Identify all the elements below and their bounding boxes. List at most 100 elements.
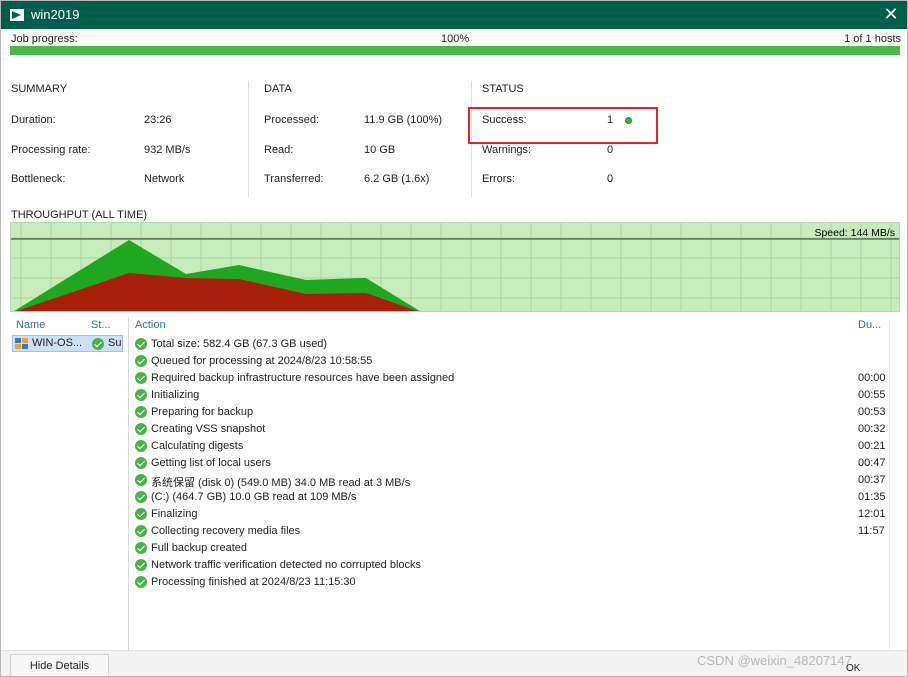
job-progress-row: Job progress: 100% 1 of 1 hosts (11, 33, 901, 47)
vm-status: Su (108, 337, 122, 349)
log-entry-text: Collecting recovery media files (151, 525, 301, 537)
throughput-graph (11, 223, 899, 311)
log-entry[interactable]: Preparing for backup 00:53 (132, 405, 892, 422)
log-entry[interactable]: Network traffic verification detected no… (132, 558, 892, 575)
summary-value: Network (144, 173, 185, 185)
success-check-icon (135, 576, 147, 591)
success-check-icon (135, 423, 147, 438)
log-entry[interactable]: Processing finished at 2024/8/23 11:15:3… (132, 575, 892, 592)
window-title: win2019 (31, 7, 80, 22)
log-entry[interactable]: Required backup infrastructure resources… (132, 371, 892, 388)
throughput-title: THROUGHPUT (ALL TIME) (11, 209, 148, 221)
log-entry-text: Network traffic verification detected no… (151, 559, 422, 571)
success-check-icon (135, 372, 147, 387)
watermark-text: CSDN @weixin_48207147 (697, 653, 852, 668)
summary-label: Duration: (11, 114, 56, 126)
vm-list-item[interactable]: WIN-OS... Su (12, 335, 123, 352)
success-highlight-box (468, 107, 658, 144)
success-check-icon (92, 338, 104, 353)
success-check-icon (135, 355, 147, 370)
log-entry-duration: 11:57 (858, 525, 885, 537)
success-check-icon (135, 440, 147, 455)
data-header: DATA (264, 83, 292, 95)
log-entry-text: Required backup infrastructure resources… (151, 372, 455, 384)
status-value: 0 (607, 173, 614, 185)
data-label: Processed: (264, 114, 320, 126)
title-bar: win2019 ✕ (1, 1, 907, 29)
job-details-window: win2019 ✕ Job progress: 100% 1 of 1 host… (0, 0, 908, 677)
job-progress-fill (10, 46, 900, 55)
vm-icon (15, 338, 28, 349)
log-entry-text: Getting list of local users (151, 457, 271, 469)
data-value: 11.9 GB (100%) (364, 114, 443, 126)
summary-header: SUMMARY (11, 83, 68, 95)
log-entry-text: Creating VSS snapshot (151, 423, 266, 435)
log-entry-text: Initializing (151, 389, 200, 401)
success-check-icon (135, 559, 147, 574)
success-check-icon (135, 406, 147, 421)
job-progress-bar (10, 46, 900, 55)
log-entry-text: Preparing for backup (151, 406, 254, 418)
log-entry-text: (C:) (464.7 GB) 10.0 GB read at 109 MB/s (151, 491, 357, 503)
log-entry[interactable]: Full backup created (132, 541, 892, 558)
log-col-action-header[interactable]: Action (135, 319, 166, 331)
log-entry-duration: 00:47 (858, 457, 886, 469)
success-check-icon (135, 389, 147, 404)
data-panel: DATA Processed: 11.9 GB (100%) Read: 10 … (264, 79, 464, 197)
status-label: Warnings: (482, 144, 532, 156)
status-value: 0 (607, 144, 614, 156)
log-col-duration-header[interactable]: Du... (858, 319, 881, 331)
log-entry-duration: 00:55 (858, 389, 886, 401)
vm-name: WIN-OS... (32, 337, 83, 349)
success-check-icon (135, 542, 147, 557)
summary-label: Processing rate: (11, 144, 91, 156)
success-check-icon (135, 474, 147, 489)
data-label: Read: (264, 144, 294, 156)
job-progress-hosts: 1 of 1 hosts (844, 33, 901, 45)
log-entry-duration: 00:53 (858, 406, 886, 418)
log-entry[interactable]: 系统保留 (disk 0) (549.0 MB) 34.0 MB read at… (132, 473, 892, 490)
log-entry[interactable]: Collecting recovery media files 11:57 (132, 524, 892, 541)
success-check-icon (135, 508, 147, 523)
log-entry[interactable]: Calculating digests 00:21 (132, 439, 892, 456)
success-check-icon (135, 491, 147, 506)
log-entry[interactable]: Total size: 582.4 GB (67.3 GB used) (132, 337, 892, 354)
log-entry[interactable]: Finalizing 12:01 (132, 507, 892, 524)
log-entry-duration: 00:00 (858, 372, 886, 384)
veeam-app-icon (10, 9, 24, 21)
log-entry-duration: 00:32 (858, 423, 886, 435)
success-check-icon (135, 338, 147, 353)
hide-details-button[interactable]: Hide Details (10, 654, 109, 676)
success-check-icon (135, 525, 147, 540)
log-entry-text: Queued for processing at 2024/8/23 10:58… (151, 355, 373, 367)
log-entry[interactable]: Initializing 00:55 (132, 388, 892, 405)
log-entry-duration: 12:01 (858, 508, 886, 520)
log-entry-duration: 00:37 (858, 474, 886, 486)
data-label: Transferred: (264, 173, 324, 185)
vm-list (10, 317, 129, 650)
success-check-icon (135, 457, 147, 472)
vm-col-name-header[interactable]: Name (16, 319, 45, 331)
job-progress-percent: 100% (441, 33, 470, 45)
throughput-speed: Speed: 144 MB/s (814, 227, 895, 239)
log-entry[interactable]: Creating VSS snapshot 00:32 (132, 422, 892, 439)
panel-divider (248, 81, 249, 197)
job-progress-label: Job progress: (11, 33, 78, 45)
summary-panel: SUMMARY Duration: 23:26 Processing rate:… (11, 79, 241, 197)
log-entry-text: Full backup created (151, 542, 247, 554)
data-value: 6.2 GB (1.6x) (364, 173, 430, 185)
log-entry[interactable]: Queued for processing at 2024/8/23 10:58… (132, 354, 892, 371)
vm-col-status-header[interactable]: St... (91, 319, 111, 331)
log-entry-text: Processing finished at 2024/8/23 11:15:3… (151, 576, 356, 588)
log-entry[interactable]: (C:) (464.7 GB) 10.0 GB read at 109 MB/s… (132, 490, 892, 507)
throughput-chart: Speed: 144 MB/s (10, 222, 900, 312)
log-entry-text: Calculating digests (151, 440, 244, 452)
log-entry-text: Total size: 582.4 GB (67.3 GB used) (151, 338, 328, 350)
status-header: STATUS (482, 83, 524, 95)
log-entry[interactable]: Getting list of local users 00:47 (132, 456, 892, 473)
summary-value: 932 MB/s (144, 144, 191, 156)
status-label: Errors: (482, 173, 515, 185)
log-entry-duration: 00:21 (858, 440, 886, 452)
close-icon[interactable]: ✕ (881, 4, 901, 24)
log-entry-text: Finalizing (151, 508, 198, 520)
